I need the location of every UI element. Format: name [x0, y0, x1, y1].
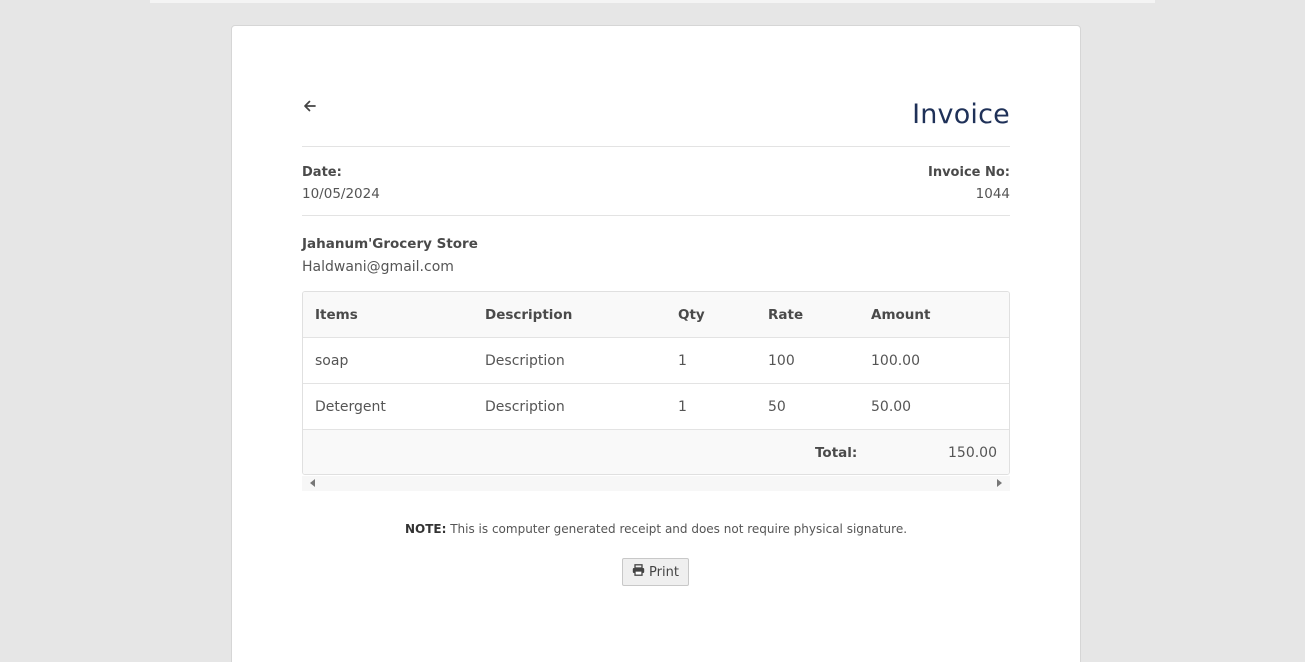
store-email: Haldwani@gmail.com: [302, 259, 454, 275]
cell-description: Description: [485, 353, 565, 369]
page-title: Invoice: [912, 99, 1010, 130]
table-row: soap Description 1 100 100.00: [303, 338, 1009, 384]
divider: [302, 146, 1010, 147]
scroll-right-icon[interactable]: [997, 479, 1002, 487]
divider: [302, 215, 1010, 216]
print-button[interactable]: Print: [622, 558, 689, 586]
table-header-row: Items Description Qty Rate Amount: [303, 292, 1009, 338]
printer-icon: [632, 564, 645, 580]
print-label: Print: [649, 564, 679, 580]
total-label: Total:: [815, 445, 858, 461]
items-table: Items Description Qty Rate Amount soap D…: [302, 291, 1010, 475]
date-value: 10/05/2024: [302, 186, 380, 202]
cell-amount: 100.00: [871, 353, 920, 369]
back-arrow-icon[interactable]: [302, 98, 318, 114]
column-header-rate: Rate: [768, 307, 804, 323]
cell-amount: 50.00: [871, 399, 912, 415]
horizontal-scrollbar[interactable]: [302, 476, 1010, 491]
column-header-qty: Qty: [678, 307, 705, 323]
column-header-items: Items: [315, 307, 358, 323]
date-label: Date:: [302, 165, 342, 180]
store-name: Jahanum'Grocery Store: [302, 236, 478, 252]
note-text: This is computer generated receipt and d…: [450, 522, 908, 536]
receipt-note: NOTE: This is computer generated receipt…: [302, 522, 1010, 536]
top-strip: [150, 0, 1155, 3]
cell-item: Detergent: [315, 399, 386, 415]
cell-qty: 1: [678, 353, 687, 369]
table-total-row: Total: 150.00: [303, 430, 1009, 474]
cell-item: soap: [315, 353, 349, 369]
cell-qty: 1: [678, 399, 687, 415]
table-row: Detergent Description 1 50 50.00: [303, 384, 1009, 430]
invoice-card: Invoice Date: 10/05/2024 Invoice No: 104…: [231, 25, 1081, 662]
column-header-description: Description: [485, 307, 573, 323]
column-header-amount: Amount: [871, 307, 931, 323]
cell-rate: 100: [768, 353, 795, 369]
cell-description: Description: [485, 399, 565, 415]
scroll-left-icon[interactable]: [310, 479, 315, 487]
note-label: NOTE:: [404, 522, 447, 536]
cell-rate: 50: [768, 399, 786, 415]
total-value: 150.00: [948, 445, 997, 461]
invoice-number-label: Invoice No:: [927, 165, 1010, 180]
invoice-number-value: 1044: [975, 186, 1010, 202]
